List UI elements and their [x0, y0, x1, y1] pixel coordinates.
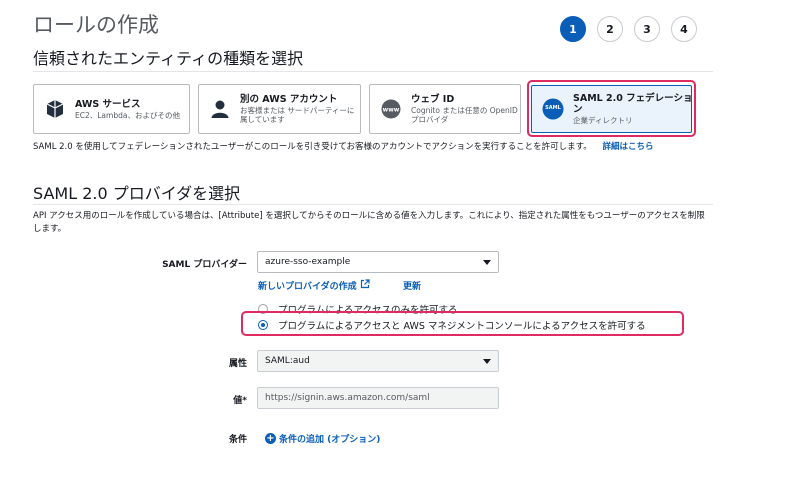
- details-link[interactable]: 詳細はこちら: [602, 142, 653, 152]
- attribute-select-value: SAML:aud: [265, 356, 310, 366]
- entity-card-name: ウェブ ID: [411, 94, 455, 105]
- step-3[interactable]: 3: [634, 16, 660, 42]
- radio-highlight: [241, 311, 684, 336]
- chevron-down-icon: [483, 359, 491, 364]
- provider-select[interactable]: azure-sso-example: [257, 251, 499, 273]
- saml-description: API アクセス用のロールを作成している場合は、[Attribute] を選択し…: [33, 211, 705, 234]
- provider-label: SAML プロバイダー: [162, 260, 247, 270]
- svg-text:www: www: [383, 107, 400, 114]
- entity-card-name: AWS サービス: [75, 98, 141, 110]
- value-field[interactable]: https://signin.aws.amazon.com/saml: [257, 387, 499, 409]
- divider: [33, 71, 713, 72]
- entity-card-another-account[interactable]: 別の AWS アカウント お客様または サードパーティーに属しています: [198, 84, 361, 134]
- entity-card-web-identity[interactable]: www ウェブ ID Cognito または任意の OpenID プロバイダ: [369, 84, 521, 134]
- divider: [33, 204, 713, 205]
- provider-select-value: azure-sso-example: [265, 257, 351, 267]
- saml-card-highlight: [527, 80, 696, 137]
- condition-label: 条件: [228, 435, 247, 445]
- wizard-steps: 1 2 3 4: [560, 16, 697, 42]
- page-title: ロールの作成: [33, 13, 159, 37]
- www-icon: www: [380, 98, 402, 120]
- attribute-label: 属性: [228, 359, 247, 369]
- entity-card-desc: EC2、Lambda、およびその他: [75, 110, 180, 120]
- create-provider-link-text: 新しいプロバイダの作成: [258, 282, 357, 292]
- entity-card-name: 別の AWS アカウント: [240, 94, 338, 105]
- entity-section-title: 信頼されたエンティティの種類を選択: [33, 49, 304, 68]
- user-icon: [209, 98, 231, 120]
- external-link-icon: [360, 279, 370, 292]
- plus-circle-icon: +: [265, 433, 276, 444]
- cube-icon: [44, 98, 66, 120]
- value-field-text: https://signin.aws.amazon.com/saml: [265, 393, 430, 403]
- refresh-link[interactable]: 更新: [403, 279, 421, 292]
- step-4[interactable]: 4: [671, 16, 697, 42]
- step-2[interactable]: 2: [597, 16, 623, 42]
- entity-card-desc: Cognito または任意の OpenID プロバイダ: [411, 106, 518, 124]
- chevron-down-icon: [483, 260, 491, 265]
- create-provider-link[interactable]: 新しいプロバイダの作成: [258, 279, 370, 292]
- entity-card-aws-service[interactable]: AWS サービス EC2、Lambda、およびその他: [33, 84, 190, 134]
- add-condition-link[interactable]: + 条件の追加 (オプション): [265, 432, 380, 445]
- add-condition-link-text: 条件の追加 (オプション): [279, 435, 381, 445]
- step-1[interactable]: 1: [560, 16, 586, 42]
- saml-section-title: SAML 2.0 プロバイダを選択: [33, 184, 241, 203]
- entity-card-desc: お客様または サードパーティーに属しています: [240, 106, 355, 124]
- attribute-select[interactable]: SAML:aud: [257, 350, 499, 372]
- value-label: 値*: [233, 396, 247, 406]
- entity-description: SAML 2.0 を使用してフェデレーションされたユーザーがこのロールを引き受け…: [33, 141, 713, 154]
- entity-description-text: SAML 2.0 を使用してフェデレーションされたユーザーがこのロールを引き受け…: [33, 142, 592, 152]
